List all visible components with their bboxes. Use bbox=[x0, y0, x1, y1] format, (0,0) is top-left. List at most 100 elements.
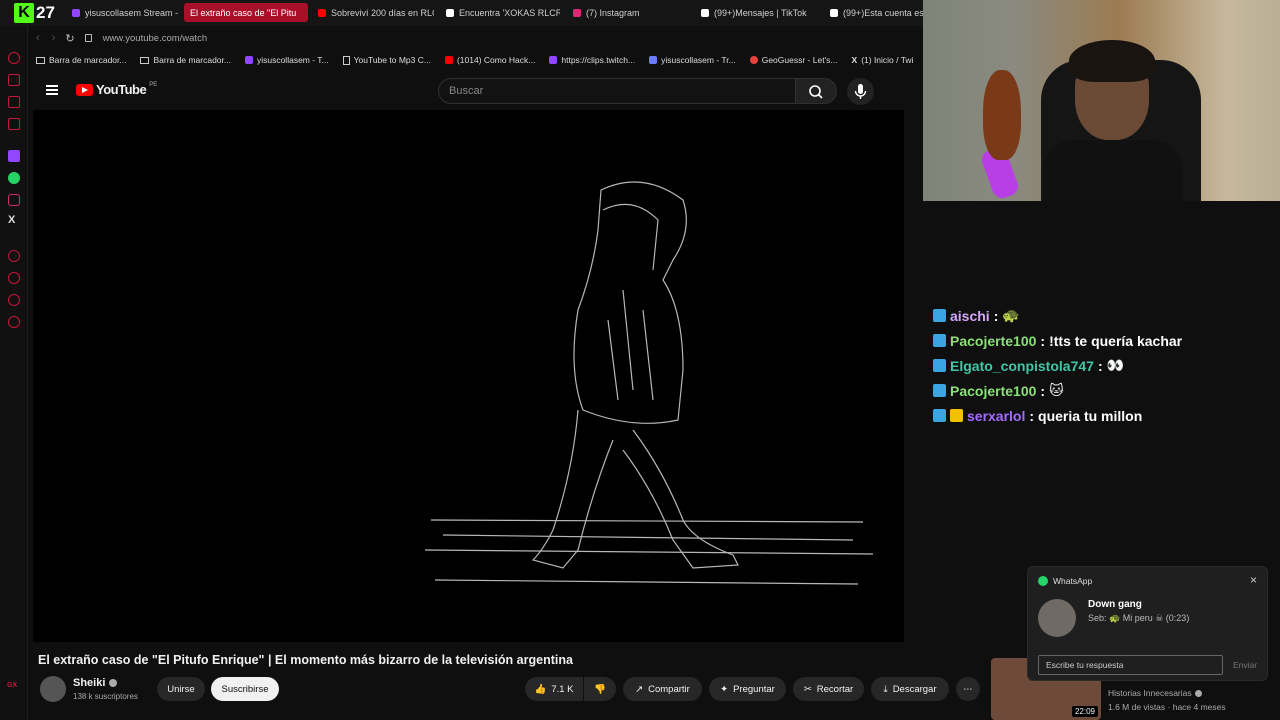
verified-icon bbox=[1194, 689, 1202, 697]
share-icon: ↗ bbox=[635, 683, 644, 695]
page-icon bbox=[342, 55, 350, 65]
reply-input[interactable]: Escribe tu respuesta bbox=[1038, 655, 1223, 675]
player-icon[interactable] bbox=[8, 96, 20, 108]
tab-4[interactable]: Encuentra 'XOKAS RLCRA bbox=[440, 3, 560, 22]
channel-name[interactable]: Sheiki bbox=[73, 677, 118, 689]
extensions-icon[interactable] bbox=[8, 294, 20, 306]
tiktok-icon bbox=[701, 8, 709, 17]
badge-icon bbox=[933, 309, 946, 322]
address-bar: ‹ › ↻ www.youtube.com/watch bbox=[28, 26, 928, 50]
bookmark-item[interactable]: https://clips.twitch... bbox=[549, 55, 635, 65]
youtube-logo[interactable]: YouTube PE bbox=[76, 82, 157, 97]
chat-message: serxarlol: queria tu millon bbox=[933, 403, 1273, 428]
instagram-icon bbox=[573, 8, 581, 17]
history-icon[interactable] bbox=[8, 52, 20, 64]
close-icon[interactable]: × bbox=[1250, 573, 1257, 587]
hair bbox=[1069, 40, 1155, 82]
webcam-overlay bbox=[923, 0, 1280, 201]
bookmark-item[interactable]: yisuscollasem - Tr... bbox=[649, 55, 736, 65]
url-field[interactable]: www.youtube.com/watch bbox=[103, 33, 208, 44]
channel-avatar[interactable] bbox=[40, 676, 66, 702]
download-button[interactable]: ⤓ Descargar bbox=[871, 677, 949, 701]
stream-counter: 27 bbox=[36, 3, 55, 22]
join-button[interactable]: Unirse bbox=[157, 677, 205, 701]
bookmark-item[interactable]: Barra de marcador... bbox=[140, 55, 231, 65]
bookmark-item[interactable]: GeoGuessr - Let's... bbox=[749, 55, 838, 65]
recommended-meta: 1.6 M de vistas · hace 4 meses bbox=[1108, 702, 1226, 712]
twitch-icon[interactable] bbox=[8, 150, 20, 162]
tab-3[interactable]: Sobreviví 200 días en RLC bbox=[312, 3, 434, 22]
dislike-button[interactable]: 👎 bbox=[584, 677, 616, 701]
turtle-emote-icon: 🐢 bbox=[1002, 307, 1020, 323]
youtube-icon bbox=[318, 8, 326, 17]
folder-icon bbox=[36, 56, 45, 64]
more-icon: ⋯ bbox=[963, 683, 973, 695]
bookmark-item[interactable]: Barra de marcador... bbox=[36, 55, 126, 65]
send-button[interactable]: Enviar bbox=[1233, 660, 1257, 670]
video-player[interactable] bbox=[33, 110, 904, 642]
ask-button[interactable]: ✦ Preguntar bbox=[709, 677, 786, 701]
thumbs-down-icon: 👎 bbox=[594, 683, 606, 695]
group-avatar bbox=[1038, 599, 1076, 637]
search-input[interactable]: Buscar bbox=[438, 78, 796, 104]
chat-message: Pacojerte100: 🐱 bbox=[933, 378, 1273, 403]
news-icon[interactable] bbox=[8, 118, 20, 130]
bookmark-item[interactable]: YouTube to Mp3 C... bbox=[342, 55, 431, 65]
cat-emote-icon: 🐱 bbox=[1049, 382, 1064, 398]
tab-1[interactable]: yisuscollasem Stream - W bbox=[66, 3, 178, 22]
video-frame-illustration bbox=[424, 181, 874, 585]
recommended-channel[interactable]: Historias Innecesarias bbox=[1108, 688, 1202, 698]
more-button[interactable]: ⋯ bbox=[956, 677, 980, 701]
tiktok-icon bbox=[830, 8, 838, 17]
crown-badge-icon bbox=[950, 409, 963, 422]
share-button[interactable]: ↗ Compartir bbox=[623, 677, 702, 701]
search-button[interactable] bbox=[795, 78, 837, 104]
x-icon[interactable]: X bbox=[8, 214, 15, 226]
verified-icon bbox=[109, 679, 118, 687]
instagram-icon[interactable] bbox=[8, 194, 20, 206]
bookmark-item[interactable]: X (1) Inicio / Twi bbox=[852, 55, 914, 65]
bookmarks-bar: Barra de marcador... Barra de marcador..… bbox=[28, 50, 928, 70]
download-icon: ⤓ bbox=[883, 683, 888, 695]
badge-icon bbox=[933, 334, 946, 347]
shop-icon[interactable] bbox=[8, 74, 20, 86]
bookmark-item[interactable]: yisuscollasem - T... bbox=[244, 55, 329, 65]
whatsapp-icon[interactable] bbox=[8, 172, 20, 184]
forward-icon[interactable]: › bbox=[52, 32, 56, 44]
gx-icon[interactable]: GX bbox=[7, 682, 17, 689]
clip-button[interactable]: ✂ Recortar bbox=[793, 677, 864, 701]
stream-overlay-logo: K 27 bbox=[14, 2, 74, 24]
badge-icon bbox=[933, 384, 946, 397]
voice-search-button[interactable] bbox=[847, 78, 874, 105]
subscribe-button[interactable]: Suscribirse bbox=[211, 677, 279, 701]
reload-icon[interactable]: ↻ bbox=[65, 32, 74, 45]
youtube-icon bbox=[444, 56, 453, 64]
folder-icon bbox=[140, 56, 150, 64]
tab-6[interactable]: (99+)Mensajes | TikTok bbox=[695, 3, 817, 22]
menu-icon[interactable] bbox=[46, 85, 58, 95]
thumbs-up-icon: 👍 bbox=[534, 683, 547, 695]
badge-icon bbox=[933, 409, 946, 422]
tab-5[interactable]: (7) Instagram bbox=[567, 3, 687, 22]
tab-2-active[interactable]: El extraño caso de "El Pitu bbox=[184, 3, 308, 22]
whatsapp-icon bbox=[1038, 576, 1048, 586]
chat-message: aischi: 🐢 bbox=[933, 303, 1273, 328]
badge-icon bbox=[933, 359, 946, 372]
tiktok-icon bbox=[446, 8, 454, 17]
back-icon[interactable]: ‹ bbox=[36, 32, 40, 44]
like-button[interactable]: 👍 7.1 K bbox=[525, 677, 583, 701]
gear-icon[interactable] bbox=[8, 316, 20, 328]
twitch-icon bbox=[244, 56, 253, 64]
bookmark-item[interactable]: (1014) Como Hack... bbox=[444, 55, 535, 65]
browser-sidebar: X GX bbox=[0, 26, 28, 720]
video-duration: 22:09 bbox=[1071, 706, 1098, 717]
shirt bbox=[1043, 140, 1183, 201]
whatsapp-notification: WhatsApp × Down gang Seb: 🐢 Mi peru ☠ (0… bbox=[1027, 566, 1268, 681]
settings-icon[interactable] bbox=[8, 250, 20, 262]
stream-chat: aischi: 🐢 Pacojerte100: !tts te quería k… bbox=[933, 303, 1273, 428]
clock-icon[interactable] bbox=[8, 272, 20, 284]
x-icon: X bbox=[851, 55, 858, 65]
k-logo-icon: K bbox=[14, 3, 34, 23]
tab-7[interactable]: (99+)Esta cuenta es p bbox=[824, 3, 924, 22]
guitar bbox=[983, 70, 1021, 160]
